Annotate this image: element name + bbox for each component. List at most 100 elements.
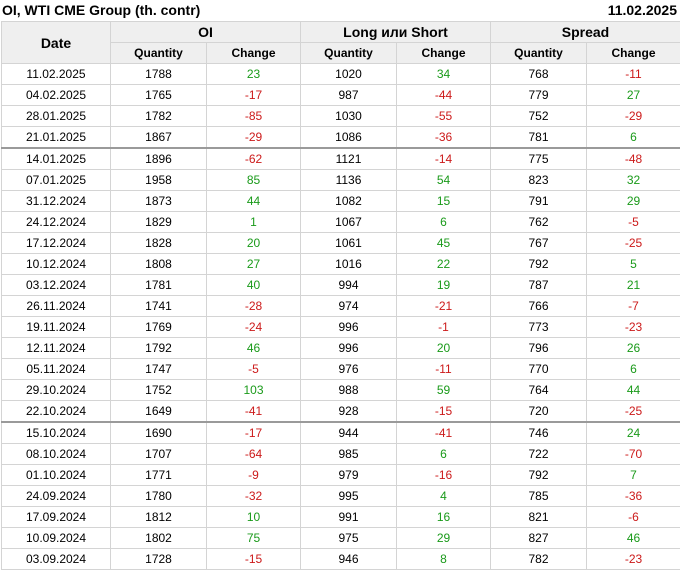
oi-change-cell: -24 [207,317,301,338]
date-cell: 07.01.2025 [2,170,111,191]
long-short-change-cell: 19 [397,275,491,296]
oi-quantity-cell: 1792 [111,338,207,359]
long-short-change-cell: -15 [397,401,491,423]
long-short-quantity-cell: 985 [301,444,397,465]
table-row: 15.10.20241690-17944-4174624 [2,422,680,444]
spread-change-cell: 6 [587,127,680,149]
oi-change-cell: -17 [207,85,301,106]
date-cell: 14.01.2025 [2,148,111,170]
table-row: 22.10.20241649-41928-15720-25 [2,401,680,423]
oi-quantity-cell: 1781 [111,275,207,296]
spread-change-cell: -23 [587,549,680,570]
spread-change-header: Change [587,43,680,64]
oi-change-cell: -41 [207,401,301,423]
long-short-change-cell: 59 [397,380,491,401]
oi-quantity-cell: 1771 [111,465,207,486]
date-cell: 29.10.2024 [2,380,111,401]
long-short-quantity-cell: 995 [301,486,397,507]
oi-change-cell: -17 [207,422,301,444]
table-row: 05.11.20241747-5976-117706 [2,359,680,380]
oi-change-header: Change [207,43,301,64]
table-row: 14.01.20251896-621121-14775-48 [2,148,680,170]
oi-change-cell: 40 [207,275,301,296]
oi-quantity-cell: 1741 [111,296,207,317]
group-header-row: Date OI Long или Short Spread [2,22,680,43]
table-row: 01.10.20241771-9979-167927 [2,465,680,486]
spread-change-cell: 44 [587,380,680,401]
long-short-quantity-cell: 1020 [301,64,397,85]
table-row: 17.09.202418121099116821-6 [2,507,680,528]
date-cell: 22.10.2024 [2,401,111,423]
oi-change-cell: 10 [207,507,301,528]
spread-change-cell: -25 [587,401,680,423]
spread-quantity-cell: 775 [491,148,587,170]
long-short-change-cell: -55 [397,106,491,127]
oi-quantity-cell: 1747 [111,359,207,380]
spread-quantity-cell: 781 [491,127,587,149]
oi-change-cell: -32 [207,486,301,507]
long-short-quantity-cell: 994 [301,275,397,296]
oi-quantity-cell: 1707 [111,444,207,465]
table-row: 04.02.20251765-17987-4477927 [2,85,680,106]
long-short-change-cell: -1 [397,317,491,338]
long-short-quantity-cell: 1121 [301,148,397,170]
long-short-change-cell: 8 [397,549,491,570]
spread-quantity-cell: 823 [491,170,587,191]
oi-quantity-cell: 1788 [111,64,207,85]
oi-quantity-cell: 1828 [111,233,207,254]
long-short-quantity-header: Quantity [301,43,397,64]
date-cell: 03.09.2024 [2,549,111,570]
long-short-change-cell: -21 [397,296,491,317]
spread-change-cell: -5 [587,212,680,233]
long-short-change-cell: -36 [397,127,491,149]
date-column-header: Date [2,22,111,64]
table-row: 12.11.20241792469962079626 [2,338,680,359]
long-short-quantity-cell: 996 [301,338,397,359]
oi-quantity-cell: 1782 [111,106,207,127]
spread-change-cell: 27 [587,85,680,106]
long-short-quantity-cell: 1016 [301,254,397,275]
oi-quantity-cell: 1808 [111,254,207,275]
long-short-change-cell: 54 [397,170,491,191]
spread-quantity-cell: 752 [491,106,587,127]
oi-change-cell: 85 [207,170,301,191]
spread-quantity-cell: 787 [491,275,587,296]
spread-quantity-cell: 722 [491,444,587,465]
oi-change-cell: 103 [207,380,301,401]
spread-change-cell: -6 [587,507,680,528]
oi-quantity-cell: 1958 [111,170,207,191]
long-short-quantity-cell: 1086 [301,127,397,149]
table-row: 21.01.20251867-291086-367816 [2,127,680,149]
oi-quantity-cell: 1769 [111,317,207,338]
long-short-quantity-cell: 979 [301,465,397,486]
oi-quantity-header: Quantity [111,43,207,64]
spread-quantity-cell: 768 [491,64,587,85]
spread-quantity-cell: 764 [491,380,587,401]
oi-quantity-cell: 1802 [111,528,207,549]
oi-quantity-cell: 1728 [111,549,207,570]
oi-quantity-cell: 1829 [111,212,207,233]
oi-change-cell: 46 [207,338,301,359]
spread-change-cell: -7 [587,296,680,317]
spread-quantity-cell: 785 [491,486,587,507]
spread-change-cell: 21 [587,275,680,296]
long-short-quantity-cell: 1082 [301,191,397,212]
date-cell: 26.11.2024 [2,296,111,317]
date-cell: 11.02.2025 [2,64,111,85]
long-short-change-cell: 34 [397,64,491,85]
date-cell: 10.09.2024 [2,528,111,549]
long-short-change-cell: 22 [397,254,491,275]
title-bar: OI, WTI CME Group (th. contr) 11.02.2025 [0,0,680,21]
table-row: 10.09.20241802759752982746 [2,528,680,549]
long-short-quantity-cell: 1136 [301,170,397,191]
spread-quantity-cell: 796 [491,338,587,359]
long-short-quantity-cell: 928 [301,401,397,423]
spread-quantity-cell: 767 [491,233,587,254]
table-row: 26.11.20241741-28974-21766-7 [2,296,680,317]
spread-change-cell: 32 [587,170,680,191]
spread-change-cell: 6 [587,359,680,380]
oi-quantity-cell: 1812 [111,507,207,528]
group-header-spread: Spread [491,22,680,43]
page-title: OI, WTI CME Group (th. contr) [2,2,200,18]
table-body: 11.02.2025178823102034768-1104.02.202517… [2,64,680,570]
